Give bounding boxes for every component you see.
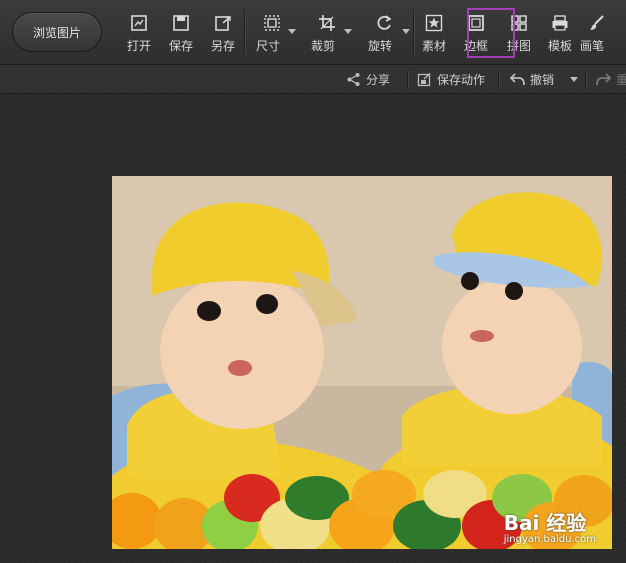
crop-icon — [319, 15, 335, 31]
open-button[interactable]: 打开 — [118, 0, 160, 64]
redo-label: 重 — [616, 72, 626, 87]
share-button[interactable]: 分享 — [346, 65, 390, 93]
subbar-divider — [585, 71, 586, 87]
printer-icon — [552, 15, 568, 31]
brush-label: 画笔 — [580, 39, 605, 53]
subbar-divider — [498, 71, 499, 87]
star-icon — [425, 14, 443, 32]
material-label: 素材 — [421, 39, 446, 53]
resize-icon — [264, 15, 280, 31]
template-button[interactable]: 模板 — [540, 0, 580, 64]
save-as-icon — [215, 16, 231, 31]
rotate-icon — [377, 15, 392, 30]
tool-group: 打开 保存 另存 尺寸 裁剪 旋转 素材 边框 拼图 模板 画笔 — [118, 0, 610, 64]
photo-image — [112, 176, 612, 549]
watermark-logo: Bai 经验 — [503, 511, 587, 535]
undo-dropdown-icon[interactable] — [570, 77, 578, 82]
watermark-url: jingyan.baidu.com — [503, 534, 596, 545]
brush-icon — [590, 15, 604, 30]
save-as-label: 另存 — [210, 39, 235, 53]
save-as-button[interactable]: 另存 — [202, 0, 244, 64]
redo-icon — [596, 72, 611, 85]
edited-photo[interactable]: Bai 经验 jingyan.baidu.com — [112, 176, 612, 549]
undo-icon — [510, 72, 525, 85]
share-label: 分享 — [366, 72, 391, 87]
undo-label: 撤销 — [530, 72, 555, 87]
save-button[interactable]: 保存 — [160, 0, 202, 64]
main-toolbar: 浏览图片 打开 保存 另存 尺寸 裁剪 旋转 素材 边框 拼图 模板 画笔 — [0, 0, 626, 65]
save-icon — [173, 15, 189, 31]
rotate-dropdown-icon[interactable] — [402, 29, 410, 34]
redo-button[interactable]: 重 — [596, 65, 626, 93]
subbar-divider — [407, 71, 408, 87]
border-tool-highlight — [467, 8, 515, 58]
size-button[interactable]: 尺寸 — [245, 0, 299, 64]
open-label: 打开 — [126, 39, 151, 53]
crop-button[interactable]: 裁剪 — [299, 0, 355, 64]
crop-label: 裁剪 — [310, 39, 335, 53]
rotate-label: 旋转 — [367, 39, 392, 53]
secondary-toolbar: 分享 保存动作 撤销 重 — [0, 65, 626, 94]
open-icon — [131, 15, 147, 31]
material-button[interactable]: 素材 — [414, 0, 454, 64]
baidu-watermark: Bai 经验 jingyan.baidu.com — [504, 507, 596, 545]
template-label: 模板 — [547, 39, 572, 53]
rotate-button[interactable]: 旋转 — [355, 0, 413, 64]
save-label: 保存 — [168, 39, 193, 53]
save-action-icon — [417, 72, 431, 86]
share-icon — [347, 72, 360, 86]
save-action-label: 保存动作 — [437, 72, 486, 87]
browse-images-button[interactable]: 浏览图片 — [12, 12, 102, 52]
undo-button[interactable]: 撤销 — [510, 65, 554, 93]
save-action-button[interactable]: 保存动作 — [417, 65, 485, 93]
brush-button[interactable]: 画笔 — [580, 0, 610, 64]
size-dropdown-icon[interactable] — [288, 29, 296, 34]
crop-dropdown-icon[interactable] — [344, 29, 352, 34]
editor-canvas[interactable]: Bai 经验 jingyan.baidu.com — [0, 94, 626, 563]
size-label: 尺寸 — [255, 39, 280, 53]
